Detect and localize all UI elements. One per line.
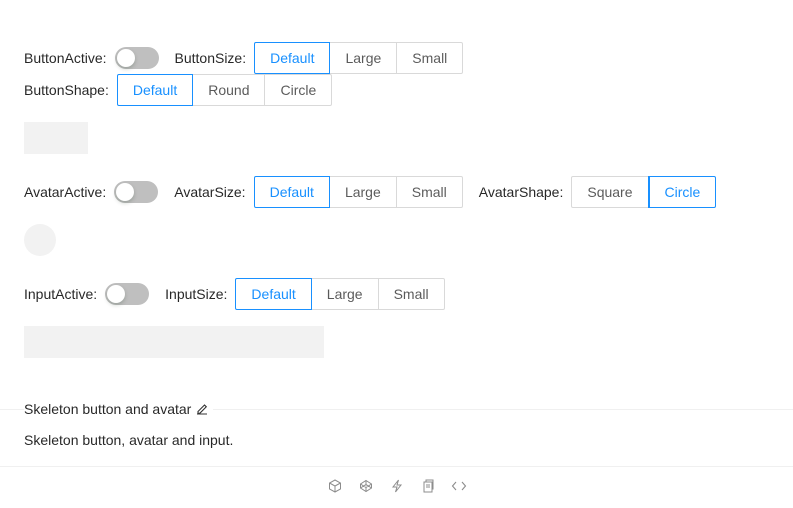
button-active-switch[interactable] — [114, 47, 159, 69]
skeleton-avatar — [24, 224, 56, 256]
code-box-actions — [0, 478, 793, 494]
input-active-switch[interactable] — [105, 283, 150, 305]
avatar-active-switch[interactable] — [114, 181, 159, 203]
codepen-icon[interactable] — [358, 478, 374, 494]
button-size-large[interactable]: Large — [330, 42, 398, 74]
skeleton-button — [24, 122, 88, 154]
button-shape-radio-group: Default Round Circle — [116, 74, 333, 106]
actions-divider — [0, 466, 793, 467]
avatar-shape-label: AvatarShape: — [478, 184, 564, 200]
button-size-label: ButtonSize: — [174, 50, 247, 66]
switch-knob — [107, 285, 126, 303]
input-active-label: InputActive: — [24, 286, 98, 302]
demo-title: Skeleton button and avatar — [24, 401, 214, 417]
codesandbox-icon[interactable] — [327, 478, 343, 494]
button-size-default[interactable]: Default — [254, 42, 331, 74]
switch-knob — [116, 49, 135, 67]
input-controls-row: InputActive: InputSize: Default Large Sm… — [24, 278, 445, 310]
avatar-shape-square[interactable]: Square — [571, 176, 649, 208]
skeleton-input — [24, 326, 324, 358]
input-size-large[interactable]: Large — [311, 278, 379, 310]
button-shape-circle[interactable]: Circle — [265, 74, 333, 106]
button-size-radio-group: Default Large Small — [254, 42, 464, 74]
button-shape-label: ButtonShape: — [24, 82, 109, 98]
switch-knob — [116, 183, 135, 201]
avatar-size-label: AvatarSize: — [174, 184, 246, 200]
input-size-radio-group: Default Large Small — [235, 278, 445, 310]
avatar-shape-radio-group: Square Circle — [571, 176, 717, 208]
demo-description: Skeleton button, avatar and input. — [24, 432, 234, 448]
avatar-size-large[interactable]: Large — [329, 176, 397, 208]
button-shape-round[interactable]: Round — [193, 74, 266, 106]
avatar-shape-circle[interactable]: Circle — [648, 176, 717, 208]
input-size-small[interactable]: Small — [378, 278, 445, 310]
avatar-size-radio-group: Default Large Small — [253, 176, 463, 208]
avatar-size-small[interactable]: Small — [396, 176, 463, 208]
button-shape-default[interactable]: Default — [116, 74, 194, 106]
avatar-controls-row: AvatarActive: AvatarSize: Default Large … — [24, 176, 717, 208]
demo-title-text: Skeleton button and avatar — [24, 401, 192, 417]
riddle-icon[interactable] — [389, 478, 405, 494]
avatar-size-default[interactable]: Default — [253, 176, 330, 208]
button-controls-row: ButtonActive: ButtonSize: Default Large … — [24, 42, 464, 74]
button-size-small[interactable]: Small — [397, 42, 464, 74]
expand-code-icon[interactable] — [451, 478, 467, 494]
button-shape-row: ButtonShape: Default Round Circle — [24, 74, 333, 106]
input-size-label: InputSize: — [165, 286, 228, 302]
button-active-label: ButtonActive: — [24, 50, 107, 66]
copy-icon[interactable] — [420, 478, 436, 494]
edit-icon[interactable] — [195, 402, 209, 416]
avatar-active-label: AvatarActive: — [24, 184, 107, 200]
input-size-default[interactable]: Default — [235, 278, 312, 310]
